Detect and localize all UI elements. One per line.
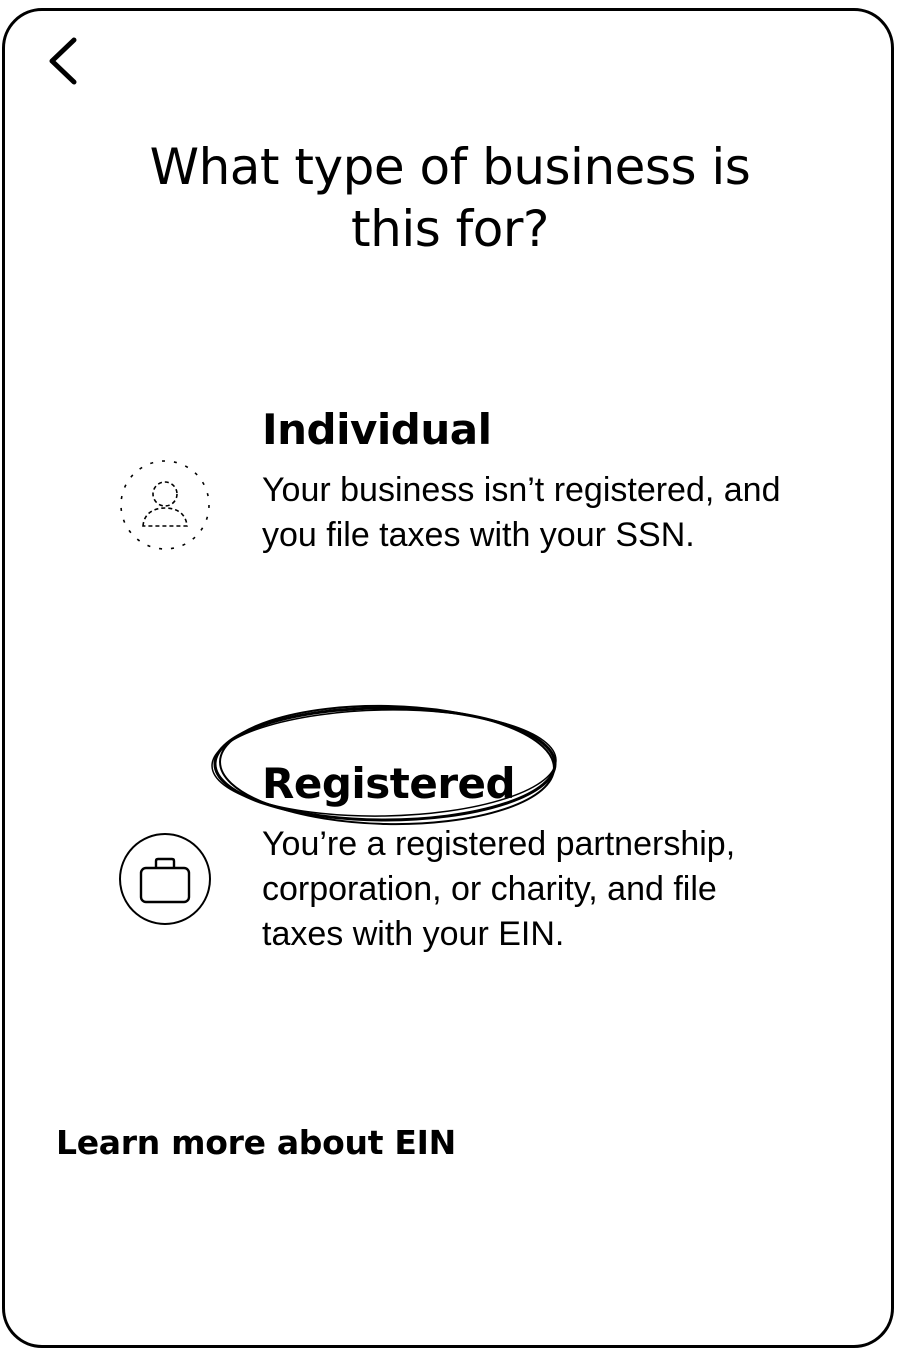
option-title-registered: Registered (262, 759, 516, 808)
briefcase-icon (118, 832, 212, 926)
option-title-individual: Individual (262, 405, 492, 454)
option-description-individual: Your business isn’t registered, and you … (262, 471, 781, 554)
option-registered[interactable]: Registered You’re a registered partnersh… (110, 700, 810, 1020)
page-title: What type of business is this for? (149, 138, 751, 258)
person-icon (118, 458, 212, 552)
back-button[interactable] (40, 34, 90, 90)
option-individual[interactable]: Individual Your business isn’t registere… (110, 400, 810, 620)
option-description-registered: You’re a registered partnership, corpora… (262, 825, 736, 953)
learn-more-ein-link[interactable]: Learn more about EIN (56, 1122, 456, 1164)
chevron-left-icon (49, 37, 77, 85)
